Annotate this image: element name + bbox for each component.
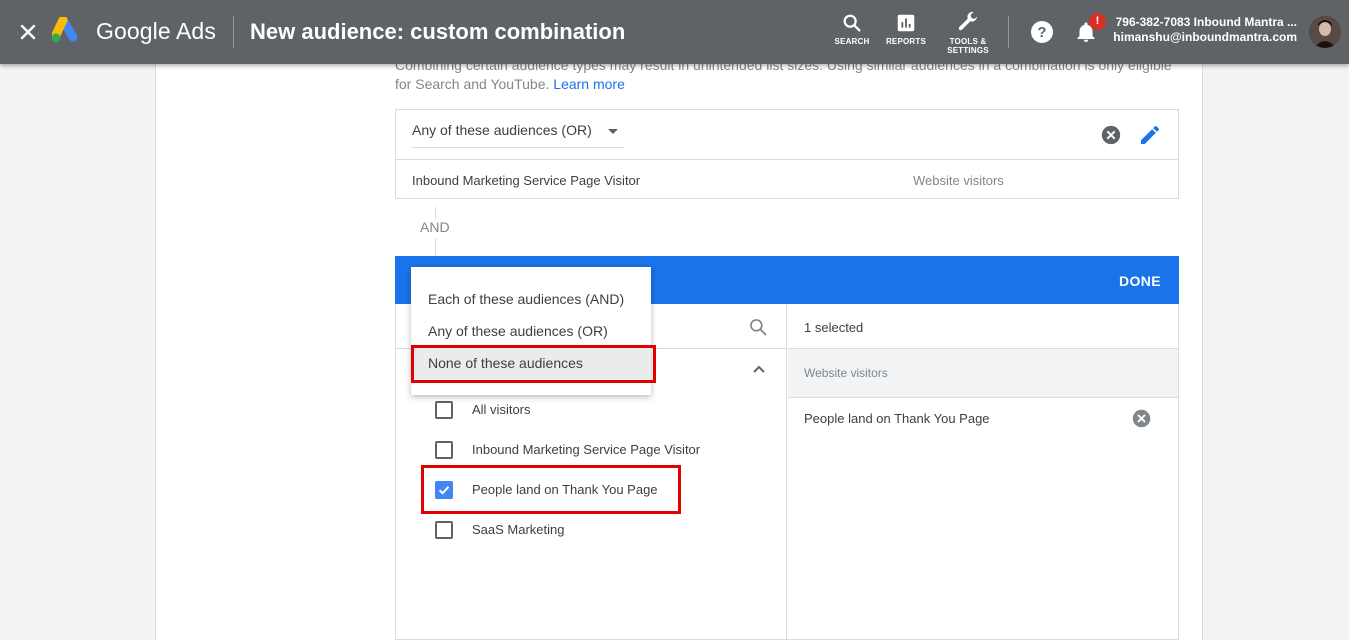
reports-icon bbox=[897, 14, 915, 32]
header-divider-2 bbox=[1008, 16, 1009, 48]
notification-badge: ! bbox=[1089, 13, 1106, 30]
search-button[interactable]: SEARCH bbox=[828, 12, 876, 58]
audience-option[interactable]: All visitors bbox=[420, 389, 720, 429]
audience-name: Inbound Marketing Service Page Visitor bbox=[412, 173, 641, 188]
connector-line bbox=[435, 207, 436, 219]
audience-option[interactable]: SaaS Marketing bbox=[420, 509, 720, 549]
operator-select[interactable]: Any of these audiences (OR) bbox=[412, 122, 624, 148]
selected-category-header: Website visitors bbox=[788, 349, 1178, 398]
pencil-icon bbox=[1141, 126, 1159, 144]
audience-option-label: SaaS Marketing bbox=[472, 522, 565, 537]
selected-audience-label: People land on Thank You Page bbox=[804, 411, 990, 426]
header-divider bbox=[233, 16, 234, 48]
checkbox[interactable] bbox=[435, 401, 453, 419]
audience-option[interactable]: Inbound Marketing Service Page Visitor bbox=[420, 429, 720, 469]
checkbox[interactable] bbox=[435, 441, 453, 459]
and-connector-label: AND bbox=[420, 219, 450, 235]
connector-line bbox=[435, 238, 436, 256]
checkbox[interactable] bbox=[435, 521, 453, 539]
brand-name: Google Ads bbox=[96, 18, 216, 44]
tools-label: TOOLS & SETTINGS bbox=[947, 37, 989, 55]
search-label: SEARCH bbox=[834, 37, 870, 46]
selected-count-row: 1 selected bbox=[788, 304, 1178, 349]
tools-settings-button[interactable]: TOOLS & SETTINGS bbox=[944, 10, 992, 56]
menu-option-and[interactable]: Each of these audiences (AND) bbox=[411, 283, 651, 315]
svg-text:?: ? bbox=[1037, 24, 1046, 41]
chevron-up-icon[interactable] bbox=[752, 362, 766, 376]
audience-option-label: All visitors bbox=[472, 402, 531, 417]
done-button[interactable]: DONE bbox=[1119, 273, 1161, 289]
help-icon[interactable]: ? bbox=[1030, 20, 1054, 44]
app-header: Google Ads New audience: custom combinat… bbox=[0, 0, 1349, 64]
dropdown-arrow-icon bbox=[608, 129, 618, 134]
menu-option-or[interactable]: Any of these audiences (OR) bbox=[411, 315, 651, 347]
remove-group-button[interactable] bbox=[1100, 124, 1122, 151]
google-ads-logo-icon bbox=[50, 15, 84, 45]
operator-dropdown-menu: Each of these audiences (AND) Any of the… bbox=[411, 267, 651, 395]
account-email: himanshu@inboundmantra.com bbox=[1113, 30, 1297, 44]
menu-option-none[interactable]: None of these audiences bbox=[411, 347, 651, 379]
audience-group-1: Any of these audiences (OR) Inbound Mark… bbox=[395, 109, 1179, 199]
audience-option-label: People land on Thank You Page bbox=[472, 482, 658, 497]
search-icon[interactable] bbox=[748, 317, 768, 342]
remove-circle-icon bbox=[1132, 409, 1151, 428]
selected-category-label: Website visitors bbox=[804, 366, 888, 380]
audience-option[interactable]: People land on Thank You Page bbox=[420, 469, 720, 509]
page-title: New audience: custom combination bbox=[250, 19, 626, 44]
reports-button[interactable]: REPORTS bbox=[882, 12, 930, 58]
edit-group-button[interactable] bbox=[1138, 123, 1162, 152]
remove-circle-icon bbox=[1101, 125, 1121, 145]
account-id: 796-382-7083 Inbound Mantra ... bbox=[1115, 15, 1297, 29]
operator-select-value: Any of these audiences (OR) bbox=[412, 122, 592, 138]
audience-type: Website visitors bbox=[913, 173, 1004, 188]
remove-selected-button[interactable] bbox=[1131, 408, 1152, 434]
wrench-icon bbox=[958, 11, 977, 31]
reports-label: REPORTS bbox=[885, 37, 927, 46]
audience-option-label: Inbound Marketing Service Page Visitor bbox=[472, 442, 701, 457]
search-icon bbox=[843, 14, 861, 32]
learn-more-link[interactable]: Learn more bbox=[553, 76, 625, 92]
close-icon[interactable] bbox=[16, 20, 40, 44]
checkmark-icon bbox=[438, 486, 450, 495]
avatar[interactable] bbox=[1309, 16, 1341, 48]
account-info[interactable]: 796-382-7083 Inbound Mantra ... himanshu… bbox=[1113, 15, 1297, 45]
selected-count: 1 selected bbox=[804, 320, 864, 335]
checkbox-checked[interactable] bbox=[435, 481, 453, 499]
selected-audience-item: People land on Thank You Page bbox=[788, 398, 1178, 438]
audience-row: Inbound Marketing Service Page Visitor W… bbox=[396, 159, 1178, 199]
